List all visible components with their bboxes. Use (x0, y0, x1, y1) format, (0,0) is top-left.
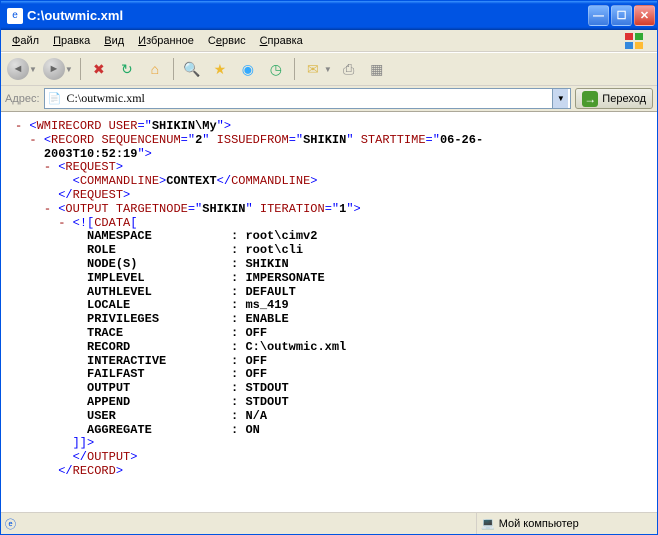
menu-view[interactable]: Вид (97, 33, 131, 49)
addressbar: Адрес: 📄 ▼ →Переход (1, 86, 657, 112)
menu-help[interactable]: Справка (253, 33, 310, 49)
media-button[interactable]: ◉ (235, 56, 261, 82)
separator (294, 58, 295, 80)
ie-icon: e (7, 8, 23, 24)
menu-edit[interactable]: Правка (46, 33, 97, 49)
separator (80, 58, 81, 80)
computer-icon: 💻 (481, 517, 495, 530)
menubar: Файл Правка Вид Избранное Сервис Справка (1, 30, 657, 52)
history-button[interactable]: ◷ (263, 56, 289, 82)
minimize-button[interactable]: — (588, 5, 609, 26)
go-icon: → (582, 91, 598, 107)
ie-small-icon: ⓔ (5, 516, 16, 532)
maximize-button[interactable]: ☐ (611, 5, 632, 26)
home-button[interactable]: ⌂ (142, 56, 168, 82)
window-buttons: — ☐ ✕ (588, 5, 655, 26)
status-zone: 💻 Мой компьютер (477, 513, 657, 534)
address-field[interactable]: 📄 ▼ (44, 88, 572, 109)
forward-dropdown[interactable]: ▼ (65, 65, 75, 74)
window-title: C:\outwmic.xml (27, 8, 588, 23)
statusbar: ⓔ 💻 Мой компьютер (1, 512, 657, 534)
address-dropdown[interactable]: ▼ (552, 89, 568, 108)
search-button[interactable]: 🔍 (179, 56, 205, 82)
favorites-button[interactable]: ★ (207, 56, 233, 82)
forward-button[interactable]: ► (41, 56, 67, 82)
close-button[interactable]: ✕ (634, 5, 655, 26)
menu-favorites[interactable]: Избранное (131, 33, 201, 49)
content-area[interactable]: - <WMIRECORD USER="SHIKIN\My"> - <RECORD… (1, 112, 657, 512)
titlebar[interactable]: e C:\outwmic.xml — ☐ ✕ (1, 1, 657, 30)
status-left: ⓔ (1, 513, 477, 534)
stop-button[interactable]: ✖ (86, 56, 112, 82)
xml-tree: - <WMIRECORD USER="SHIKIN\My"> - <RECORD… (1, 112, 657, 487)
windows-logo (615, 31, 653, 51)
separator (173, 58, 174, 80)
mail-button[interactable]: ✉ (300, 56, 326, 82)
zone-text: Мой компьютер (499, 518, 579, 530)
go-button[interactable]: →Переход (575, 88, 653, 109)
address-label: Адрес: (5, 93, 40, 105)
back-button[interactable]: ◄ (5, 56, 31, 82)
ie-page-icon: 📄 (47, 91, 63, 107)
mail-dropdown[interactable]: ▼ (324, 65, 334, 74)
menu-file[interactable]: Файл (5, 33, 46, 49)
edit-button[interactable]: ▦ (364, 56, 390, 82)
address-input[interactable] (67, 91, 553, 106)
print-button[interactable]: ⎙ (336, 56, 362, 82)
back-dropdown[interactable]: ▼ (29, 65, 39, 74)
toolbar: ◄▼ ►▼ ✖ ↻ ⌂ 🔍 ★ ◉ ◷ ✉▼ ⎙ ▦ (1, 52, 657, 86)
menu-tools[interactable]: Сервис (201, 33, 253, 49)
refresh-button[interactable]: ↻ (114, 56, 140, 82)
window: e C:\outwmic.xml — ☐ ✕ Файл Правка Вид И… (0, 0, 658, 535)
